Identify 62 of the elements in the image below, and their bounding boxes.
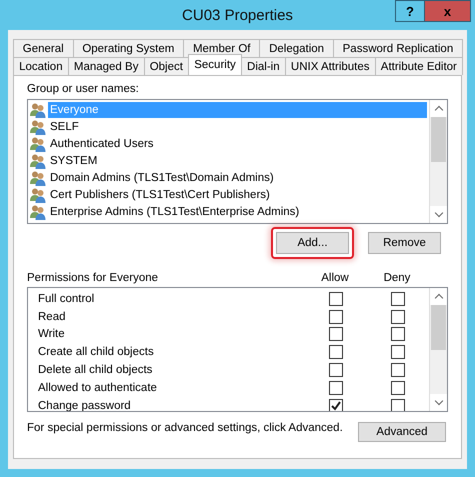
allow-checkbox[interactable] [329, 380, 343, 395]
scrollbar[interactable] [429, 100, 447, 223]
permissions-label: Permissions for Everyone [27, 272, 160, 284]
user-list-item[interactable]: Authenticated Users [48, 136, 156, 152]
tab[interactable]: Attribute Editor [374, 57, 464, 75]
tab[interactable]: Operating System [72, 39, 184, 57]
tab[interactable]: Object [144, 57, 190, 75]
users-icon [30, 136, 46, 152]
close-button[interactable]: x [425, 0, 471, 22]
permission-name: Write [38, 328, 66, 340]
deny-checkbox[interactable] [391, 310, 405, 324]
user-list-item[interactable]: SELF [48, 118, 81, 134]
user-list-item[interactable]: Domain Admins (TLS1Test\Domain Admins) [48, 170, 276, 186]
permission-name: Change password [38, 400, 132, 411]
deny-checkbox[interactable] [391, 327, 405, 342]
deny-checkbox[interactable] [391, 363, 405, 378]
scrollbar[interactable] [429, 288, 447, 411]
allow-checkbox[interactable] [329, 345, 343, 360]
allow-checkbox[interactable] [329, 292, 343, 306]
window-title: CU03 Properties [182, 6, 293, 24]
permission-name: Full control [38, 292, 96, 305]
column-header: Allow [320, 272, 350, 284]
tab[interactable]: Security [188, 54, 242, 75]
scroll-down-icon[interactable] [430, 394, 447, 411]
scroll-up-icon[interactable] [430, 288, 447, 305]
permission-name: Delete all child objects [38, 364, 154, 376]
allow-checkbox[interactable] [329, 363, 343, 378]
scroll-up-icon[interactable] [430, 100, 447, 117]
users-icon [30, 204, 46, 220]
permission-name: Read [38, 310, 66, 323]
deny-checkbox[interactable] [391, 380, 405, 395]
tab[interactable]: General [13, 39, 74, 57]
allow-checkbox[interactable] [329, 327, 343, 342]
deny-checkbox[interactable] [391, 292, 405, 306]
dialog-button[interactable]: Add... [276, 232, 349, 254]
permission-name: Allowed to authenticate [38, 382, 158, 394]
column-header: Deny [382, 272, 412, 284]
deny-checkbox[interactable] [391, 345, 405, 360]
tab[interactable]: Delegation [259, 39, 334, 57]
advanced-hint: For special permissions or advanced settings, click Advanced. [27, 421, 343, 434]
tab[interactable]: Managed By [68, 57, 145, 75]
scroll-down-icon[interactable] [430, 206, 447, 223]
permission-name: Create all child objects [38, 346, 155, 358]
users-icon [30, 186, 46, 202]
scroll-thumb[interactable] [431, 305, 446, 350]
tab[interactable]: Location [13, 57, 69, 75]
deny-checkbox[interactable] [391, 398, 405, 411]
users-icon [30, 152, 46, 168]
tab[interactable]: Password Replication [332, 39, 464, 57]
allow-checkbox[interactable] [329, 310, 343, 324]
group-list-label: Group or user names: [27, 83, 140, 95]
allow-checkbox[interactable] [329, 398, 343, 411]
user-list-item[interactable]: SYSTEM [48, 152, 100, 168]
user-list-item[interactable]: Enterprise Admins (TLS1Test\Enterprise Admins) [48, 204, 302, 220]
scroll-thumb[interactable] [431, 117, 446, 162]
help-button[interactable]: ? [395, 0, 425, 22]
users-icon [30, 170, 46, 186]
users-icon [30, 118, 46, 134]
dialog-button[interactable]: Remove [368, 232, 441, 254]
user-list-item[interactable]: Cert Publishers (TLS1Test\Cert Publishers) [48, 186, 272, 202]
users-icon [30, 102, 46, 118]
advanced-button[interactable]: Advanced [358, 422, 446, 442]
